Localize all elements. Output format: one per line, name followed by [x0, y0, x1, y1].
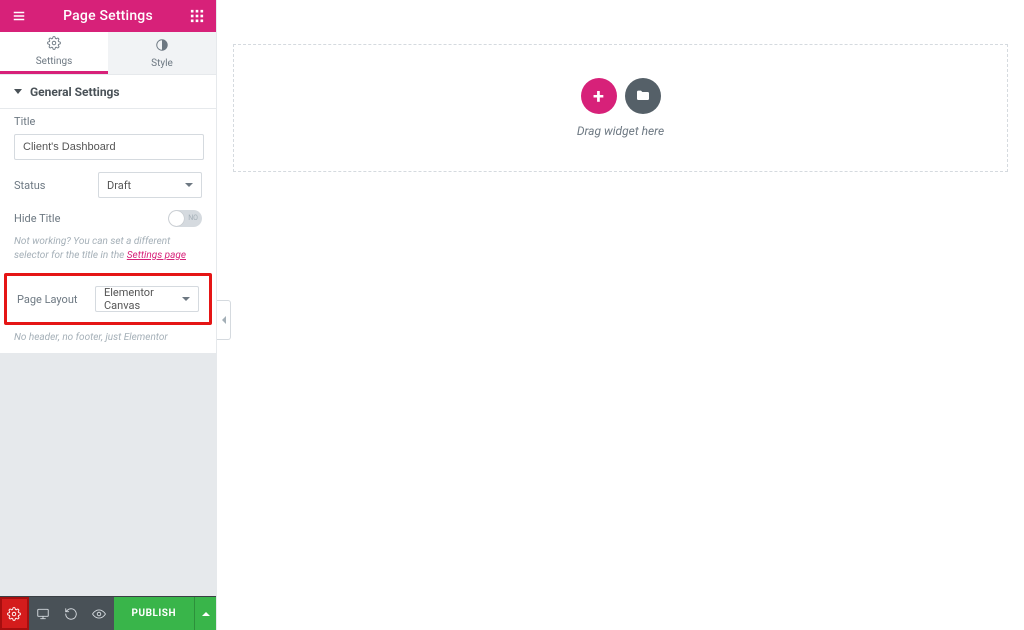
hide-title-toggle[interactable]: NO [168, 210, 202, 227]
panel-footer: PUBLISH [0, 596, 216, 630]
page-layout-description: No header, no footer, just Elementor [0, 329, 216, 353]
gear-icon [47, 36, 61, 54]
drop-zone-buttons: + [581, 78, 661, 114]
publish-button[interactable]: PUBLISH [114, 597, 194, 630]
menu-button[interactable] [6, 3, 32, 29]
tab-label: Settings [36, 56, 73, 67]
status-value: Draft [107, 179, 131, 192]
hide-title-description: Not working? You can set a different sel… [0, 233, 216, 271]
field-page-layout: Page Layout Elementor Canvas [7, 280, 209, 318]
drop-zone-text: Drag widget here [577, 124, 664, 138]
section-general-settings[interactable]: General Settings [0, 75, 216, 109]
panel-body: General Settings Title Status Draft Hide… [0, 75, 216, 353]
footer-preview-button[interactable] [85, 597, 113, 630]
title-input[interactable] [14, 134, 204, 160]
footer-settings-button[interactable] [0, 597, 29, 630]
footer-history-button[interactable] [57, 597, 85, 630]
label-hide-title: Hide Title [14, 212, 168, 225]
field-hide-title: Hide Title NO [0, 204, 216, 233]
panel-tabs: Settings Style [0, 32, 216, 75]
publish-options-button[interactable] [194, 597, 216, 630]
status-select[interactable]: Draft [98, 172, 202, 198]
add-template-button[interactable] [625, 78, 661, 114]
tab-settings[interactable]: Settings [0, 32, 108, 74]
chevron-left-icon [222, 316, 226, 324]
contrast-icon [155, 38, 169, 56]
footer-publish-group: PUBLISH [114, 597, 216, 630]
settings-page-link[interactable]: Settings page [127, 250, 186, 261]
field-title: Title [0, 109, 216, 166]
chevron-down-icon [14, 89, 22, 94]
section-title: General Settings [30, 85, 120, 99]
page-title: Page Settings [32, 8, 184, 24]
page-layout-highlight: Page Layout Elementor Canvas [4, 273, 212, 325]
editor-canvas: + Drag widget here [217, 0, 1024, 630]
toggle-off-label: NO [188, 210, 198, 227]
tab-label: Style [151, 58, 173, 69]
widgets-button[interactable] [184, 3, 210, 29]
drop-zone[interactable]: + Drag widget here [233, 44, 1008, 172]
label-title: Title [14, 115, 202, 128]
plus-icon: + [593, 84, 604, 108]
page-layout-select[interactable]: Elementor Canvas [95, 286, 199, 312]
collapse-panel-button[interactable] [217, 300, 231, 340]
field-status: Status Draft [0, 166, 216, 204]
footer-responsive-button[interactable] [29, 597, 57, 630]
chevron-down-icon [185, 183, 193, 187]
folder-icon [635, 88, 651, 104]
label-status: Status [14, 179, 98, 192]
chevron-down-icon [182, 297, 190, 301]
add-section-button[interactable]: + [581, 78, 617, 114]
panel-header: Page Settings [0, 0, 216, 32]
tab-style[interactable]: Style [108, 32, 216, 74]
label-page-layout: Page Layout [17, 293, 95, 306]
chevron-up-icon [202, 612, 210, 616]
page-layout-value: Elementor Canvas [104, 286, 182, 312]
settings-panel: Page Settings Settings Style General S [0, 0, 217, 630]
